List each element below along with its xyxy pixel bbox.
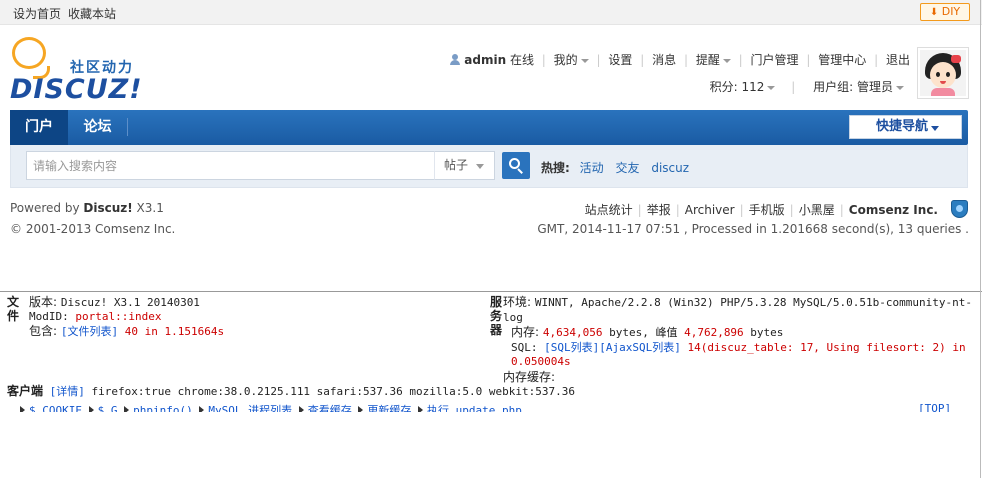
debug-include-count: 40 in 1.151664s <box>118 325 225 338</box>
hot-keyword[interactable]: 活动 <box>580 161 604 175</box>
footer-link-blackroom[interactable]: 小黑屋 <box>799 203 835 217</box>
debug-env: WINNT, Apache/2.2.8 (Win32) PHP/5.3.28 M… <box>503 296 972 324</box>
user-icon <box>450 54 461 65</box>
debug-ajaxsql-list-link[interactable]: [AjaxSQL列表] <box>599 341 681 354</box>
admin-center-link[interactable]: 管理中心 <box>818 53 866 67</box>
debug-panel: 文件 版本: Discuz! X3.1 20140301 ModID: port… <box>0 291 982 478</box>
logo-brand: DISCUZ! <box>10 74 143 105</box>
hot-keyword[interactable]: discuz <box>651 161 689 175</box>
credits-menu[interactable]: 积分: 112 <box>710 80 776 94</box>
back-to-top-link[interactable]: [TOP] <box>918 402 951 412</box>
page-timing: GMT, 2014-11-17 07:51 , Processed in 1.2… <box>537 222 969 236</box>
messages-link[interactable]: 消息 <box>652 53 676 67</box>
debug-link-view-cache[interactable]: 查看缓存 <box>308 404 352 412</box>
avatar[interactable] <box>917 47 969 99</box>
debug-client-detail-link[interactable]: [详情] <box>50 385 85 398</box>
footer-link-report[interactable]: 举报 <box>647 203 671 217</box>
set-homepage-link[interactable]: 设为首页 <box>13 5 61 22</box>
diy-button[interactable]: ⬇ DIY <box>920 3 970 21</box>
nav-tab-portal[interactable]: 门户 <box>10 110 68 145</box>
footer-link-company[interactable]: Comsenz Inc. <box>849 203 938 217</box>
debug-link-phpinfo[interactable]: phpinfo() <box>133 404 193 412</box>
quick-nav-button[interactable]: 快捷导航 <box>849 115 962 139</box>
portal-manage-link[interactable]: 门户管理 <box>751 53 799 67</box>
debug-link-g[interactable]: $_G <box>98 404 118 412</box>
search-type-select[interactable]: 帖子 <box>434 151 495 180</box>
chevron-down-icon <box>722 58 731 63</box>
top-bar: 设为首页 收藏本站 ⬇ DIY <box>0 0 982 25</box>
hot-search: 热搜: 活动 交友 discuz <box>541 159 697 176</box>
triangle-right-icon <box>199 406 205 412</box>
user-stats: 积分: 112 | 用户组: 管理员 <box>710 78 904 95</box>
user-menu: admin 在线 | 我的 | 设置 | 消息 | 提醒 | 门户管理 | 管理… <box>450 51 910 69</box>
hot-keyword[interactable]: 交友 <box>615 161 639 175</box>
triangle-right-icon <box>88 406 94 412</box>
debug-client-info: 客户端 [详情] firefox:true chrome:38.0.2125.1… <box>7 384 575 398</box>
triangle-right-icon <box>417 406 423 412</box>
avatar-image <box>920 50 966 96</box>
debug-link-update-cache[interactable]: 更新缓存 <box>367 404 411 412</box>
page-edge-divider <box>980 0 981 478</box>
username-link[interactable]: admin <box>464 53 506 67</box>
debug-file-label: 文件 <box>7 295 20 323</box>
chevron-down-icon <box>896 85 904 90</box>
debug-link-run-update[interactable]: 执行 update.php <box>427 404 522 412</box>
reminders-menu[interactable]: 提醒 <box>696 53 731 67</box>
copyright: © 2001-2013 Comsenz Inc. <box>10 222 176 236</box>
search-input[interactable] <box>26 151 435 180</box>
triangle-right-icon <box>20 406 25 412</box>
debug-server-label: 服务器 <box>490 295 503 337</box>
chevron-down-icon <box>476 164 484 169</box>
debug-modid: portal::index <box>75 310 162 323</box>
debug-server-info: 环境: WINNT, Apache/2.2.8 (Win32) PHP/5.3.… <box>503 295 972 384</box>
search-button[interactable] <box>502 152 530 179</box>
online-status: 在线 <box>509 53 534 67</box>
site-logo[interactable]: 社区动力 DISCUZ! <box>10 37 145 105</box>
footer-links: 站点统计 | 举报 | Archiver | 手机版 | 小黑屋 | Comsenz Inc. <box>584 203 938 217</box>
footer-link-mobile[interactable]: 手机版 <box>749 203 785 217</box>
powered-by: Powered by Discuz! X3.1 <box>10 201 164 215</box>
debug-link-cookie[interactable]: $_COOKIE <box>29 404 82 412</box>
logo-bubble-icon <box>12 37 50 79</box>
triangle-right-icon <box>298 406 304 412</box>
discuz-link[interactable]: Discuz! <box>83 201 132 215</box>
debug-file-list-link[interactable]: [文件列表] <box>61 325 118 338</box>
security-shield-icon[interactable] <box>951 200 968 218</box>
debug-link-mysql-process[interactable]: MySQL 进程列表 <box>208 404 292 412</box>
chevron-down-icon <box>580 58 589 63</box>
hot-search-label: 热搜: <box>541 161 570 175</box>
chevron-down-icon <box>767 85 776 90</box>
chevron-down-icon <box>931 126 939 131</box>
debug-version: Discuz! X3.1 20140301 <box>60 296 200 309</box>
download-arrow-icon: ⬇ <box>929 7 939 18</box>
footer-link-stats[interactable]: 站点统计 <box>585 203 633 217</box>
triangle-right-icon <box>358 406 364 412</box>
main-nav: 门户 论坛 快捷导航 <box>10 110 968 145</box>
debug-sql-list-link[interactable]: [SQL列表] <box>544 341 599 354</box>
bookmark-site-link[interactable]: 收藏本站 <box>68 5 116 22</box>
search-bar: 帖子 热搜: 活动 交友 discuz <box>10 145 968 188</box>
logout-link[interactable]: 退出 <box>886 53 910 67</box>
triangle-right-icon <box>124 406 130 412</box>
my-menu[interactable]: 我的 <box>554 53 589 67</box>
debug-file-info: 版本: Discuz! X3.1 20140301 ModID: portal:… <box>29 295 225 338</box>
nav-tab-forum[interactable]: 论坛 <box>68 110 127 145</box>
usergroup-menu[interactable]: 用户组: 管理员 <box>813 80 904 94</box>
debug-tool-links: $_COOKIE $_G phpinfo() MySQL 进程列表 查看缓存 更… <box>20 402 960 412</box>
settings-link[interactable]: 设置 <box>608 53 632 67</box>
footer-link-archiver[interactable]: Archiver <box>685 203 735 217</box>
